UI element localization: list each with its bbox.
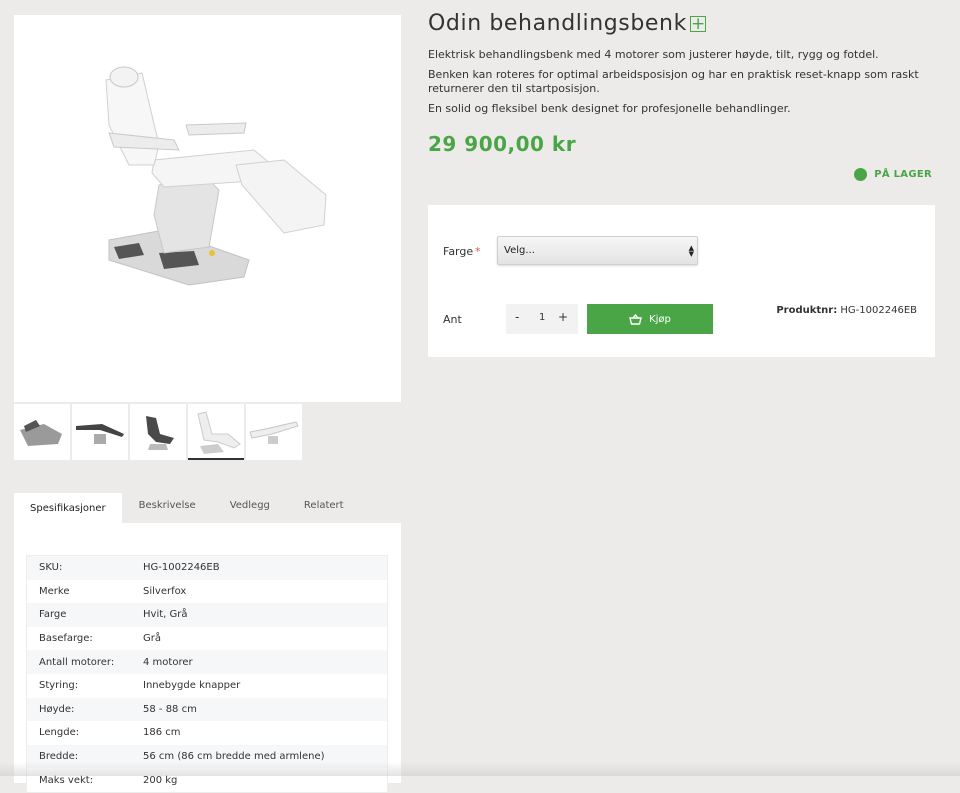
spec-value: 58 - 88 cm [143,703,197,715]
purchase-panel: Farge * Velg... ▲ ▼ Ant - 1 + Kjøp Produk… [428,205,935,357]
spec-key: Lengde: [39,727,80,739]
table-row: Høyde: 58 - 88 cm [27,697,387,722]
quantity-label: Ant [443,313,462,326]
spec-key: Høyde: [39,703,75,715]
spec-value: Grå [143,633,161,645]
thumbnail-strip [14,404,302,460]
product-main-image[interactable] [14,15,401,402]
spec-value: Silverfox [143,585,187,597]
stock-status-text: PÅ LAGER [874,169,932,180]
spec-value: 186 cm [143,727,181,739]
buy-button-label: Kjøp [649,313,671,325]
stock-status: PÅ LAGER [854,168,932,181]
product-number: Produktnr: HG-1002246EB [776,305,917,316]
product-number-label: Produktnr: [776,305,838,316]
thumbnail-4[interactable] [188,404,244,460]
product-number-value: HG-1002246EB [840,305,917,316]
in-stock-dot-icon [854,168,868,181]
quantity-value[interactable]: 1 [539,312,545,323]
spec-value: HG-1002246EB [143,562,220,574]
spec-key: Farge [39,609,67,621]
quantity-decrease-button[interactable]: - [515,310,519,324]
thumbnail-image [20,420,62,446]
spec-key: Bredde: [39,751,79,763]
select-arrows-icon: ▲ ▼ [688,244,694,258]
tab-related[interactable]: Relatert [287,493,361,523]
spec-value: 200 kg [143,774,178,786]
spec-key: Merke [39,585,70,597]
plus-icon[interactable]: + [689,15,706,32]
thumbnail-5[interactable] [246,404,302,460]
product-title: Odin behandlingsbenk [428,11,687,36]
table-row: SKU: HG-1002246EB [27,556,387,580]
specifications-table: SKU: HG-1002246EB Merke Silverfox Farge Hvi… [26,555,388,793]
treatment-bench-image [105,66,327,286]
table-row: Basefarge: Grå [27,626,387,651]
table-row: Lengde: 186 cm [27,721,387,745]
thumbnail-image [249,421,299,444]
spec-value: Hvit, Grå [143,609,188,621]
required-marker: * [475,245,481,258]
spec-value: 4 motorer [143,656,193,668]
thumbnail-image [146,416,174,450]
basket-icon [629,313,642,325]
table-row: Farge Hvit, Grå [27,603,387,627]
description-line-2: Benken kan roteres for optimal arbeidspo… [428,68,919,95]
spec-key: Antall motorer: [39,656,115,668]
thumbnail-image [76,424,124,444]
quantity-increase-button[interactable]: + [558,310,568,324]
thumbnail-1[interactable] [14,404,70,460]
thumbnail-2[interactable] [72,404,128,460]
thumbnail-image [197,411,241,454]
bottom-scroll-shadow [0,762,960,776]
color-label: Farge [443,245,474,258]
thumbnail-3[interactable] [130,404,186,460]
tab-specifications[interactable]: Spesifikasjoner [14,493,122,523]
tab-attachments[interactable]: Vedlegg [213,493,287,523]
table-row: Merke Silverfox [27,579,387,604]
table-row: Styring: Innebygde knapper [27,673,387,698]
buy-button[interactable]: Kjøp [587,304,713,334]
spec-value: Innebygde knapper [143,680,241,692]
color-select[interactable]: Velg... ▲ ▼ [497,236,698,265]
spec-key: Maks vekt: [39,774,94,786]
table-row: Antall motorer: 4 motorer [27,650,387,674]
description-line-1: Elektrisk behandlingsbenk med 4 motorer … [428,48,879,61]
product-tabs: Spesifikasjoner Beskrivelse Vedlegg Rela… [14,493,361,523]
product-price: 29 900,00 kr [428,132,577,156]
description-line-3: En solid og fleksibel benk designet for … [428,102,791,115]
spec-key: SKU: [39,562,63,574]
spec-key: Basefarge: [39,633,93,645]
specifications-panel: SKU: HG-1002246EB Merke Silverfox Farge Hvi… [14,523,401,793]
color-select-value: Velg... [504,245,535,256]
quantity-stepper: - 1 + [506,304,578,334]
spec-value: 56 cm (86 cm bredde med armlene) [143,751,325,763]
product-description: Elektrisk behandlingsbenk med 4 motorer … [428,48,933,122]
tab-description[interactable]: Beskrivelse [122,493,213,523]
product-title-row: Odin behandlingsbenk + [428,11,706,36]
spec-key: Styring: [39,680,79,692]
